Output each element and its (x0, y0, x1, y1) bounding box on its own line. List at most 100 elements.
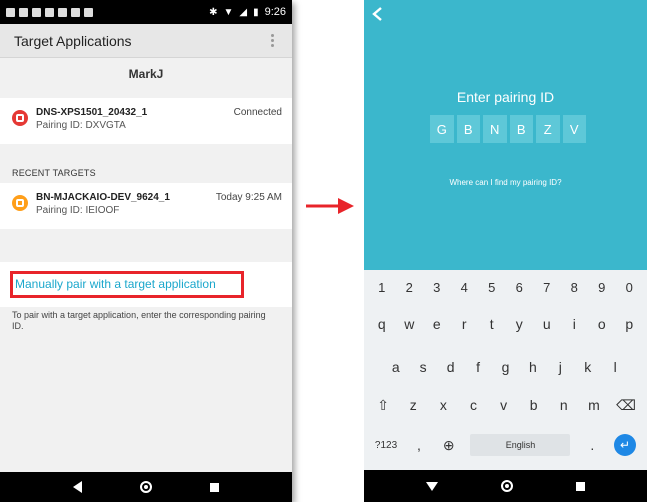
key-n[interactable]: n (556, 397, 572, 413)
wifi-icon: ▼ (223, 6, 234, 18)
key-g[interactable]: g (497, 359, 513, 375)
key-r[interactable]: r (456, 316, 472, 332)
notification-icon (58, 7, 67, 17)
key-a[interactable]: a (388, 359, 404, 375)
current-target-card[interactable]: DNS-XPS1501_20432_1 Pairing ID: DXVGTA C… (0, 98, 292, 144)
key-f[interactable]: f (470, 359, 486, 375)
app-bar: Target Applications (0, 24, 292, 58)
target-pairing-id: Pairing ID: DXVGTA (36, 120, 126, 131)
target-pairing-id: Pairing ID: IEIOOF (36, 205, 120, 216)
key-m[interactable]: m (586, 397, 602, 413)
notification-icon (84, 7, 93, 17)
comma-key[interactable]: , (411, 437, 427, 453)
battery-icon: ▮ (253, 6, 259, 18)
key-i[interactable]: i (566, 316, 582, 332)
key-e[interactable]: e (429, 316, 445, 332)
key-t[interactable]: t (484, 316, 500, 332)
key-z[interactable]: z (405, 397, 421, 413)
gmail-icon (6, 7, 15, 17)
pairing-code-char[interactable]: B (509, 115, 533, 143)
period-key[interactable]: . (584, 437, 600, 453)
recent-apps-icon[interactable] (210, 482, 219, 492)
enter-key-icon[interactable]: ↵ (614, 434, 637, 456)
symbols-key[interactable]: ?123 (375, 440, 397, 451)
key-7[interactable]: 7 (539, 280, 555, 295)
key-s[interactable]: s (415, 359, 431, 375)
space-key[interactable]: English (470, 434, 571, 456)
bottom-key-row: ?123 , ⊕ English . ↵ (364, 431, 647, 459)
status-time: 9:26 (264, 6, 286, 18)
pairing-help-link[interactable]: Where can I find my pairing ID? (364, 178, 647, 187)
left-phone-screen: ✱ ▼ ◢ ▮ 9:26 Target Applications MarkJ D… (0, 0, 292, 502)
key-1[interactable]: 1 (374, 280, 390, 295)
notification-icon (71, 7, 80, 17)
pairing-code-char[interactable]: Z (536, 115, 560, 143)
app-title: Target Applications (14, 32, 132, 49)
key-4[interactable]: 4 (456, 280, 472, 295)
pairing-code-input[interactable]: G B N B Z V (430, 115, 586, 143)
backspace-key-icon[interactable]: ⌫ (616, 397, 636, 414)
notification-icon (19, 7, 28, 17)
transition-arrow-icon (306, 198, 354, 214)
key-h[interactable]: h (525, 359, 541, 375)
key-c[interactable]: c (465, 397, 481, 413)
manual-pair-link[interactable]: Manually pair with a target application (10, 271, 244, 298)
hide-keyboard-icon[interactable] (425, 481, 438, 491)
key-v[interactable]: v (496, 397, 512, 413)
key-d[interactable]: d (443, 359, 459, 375)
globe-key-icon[interactable]: ⊕ (441, 437, 457, 454)
status-bar: ✱ ▼ ◢ ▮ 9:26 (0, 0, 292, 24)
letter-row-3: ⇧ z x c v b n m ⌫ (364, 391, 647, 419)
key-0[interactable]: 0 (621, 280, 637, 295)
key-o[interactable]: o (594, 316, 610, 332)
manual-pair-row: Manually pair with a target application (0, 262, 292, 307)
key-2[interactable]: 2 (401, 280, 417, 295)
nav-bar (0, 472, 292, 502)
key-k[interactable]: k (580, 359, 596, 375)
key-8[interactable]: 8 (566, 280, 582, 295)
recent-targets-label: RECENT TARGETS (12, 168, 96, 178)
signal-icon: ◢ (239, 6, 248, 18)
key-u[interactable]: u (539, 316, 555, 332)
notification-icon (45, 7, 54, 17)
key-p[interactable]: p (621, 316, 637, 332)
key-y[interactable]: y (511, 316, 527, 332)
pairing-code-char[interactable]: B (456, 115, 480, 143)
nav-bar (364, 470, 647, 502)
back-icon[interactable] (73, 481, 82, 493)
pairing-code-char[interactable]: V (562, 115, 586, 143)
target-name: DNS-XPS1501_20432_1 (36, 107, 148, 118)
notification-icon (32, 7, 41, 17)
system-icons: ✱ ▼ ◢ ▮ 9:26 (209, 6, 286, 18)
app-target-icon (12, 110, 28, 126)
home-icon[interactable] (140, 481, 152, 493)
target-last-seen: Today 9:25 AM (215, 192, 282, 203)
pairing-code-char[interactable]: G (430, 115, 454, 143)
key-w[interactable]: w (401, 316, 417, 332)
shift-key-icon[interactable]: ⇧ (375, 397, 391, 414)
pairing-code-char[interactable]: N (483, 115, 507, 143)
right-phone-screen: Enter pairing ID G B N B Z V Where can I… (364, 0, 647, 502)
target-name: BN-MJACKAIO-DEV_9624_1 (36, 192, 170, 203)
home-icon[interactable] (500, 480, 513, 492)
user-name: MarkJ (0, 59, 292, 89)
recent-apps-icon[interactable] (576, 481, 586, 491)
key-5[interactable]: 5 (484, 280, 500, 295)
back-chevron-icon[interactable] (370, 6, 386, 22)
key-q[interactable]: q (374, 316, 390, 332)
key-b[interactable]: b (526, 397, 542, 413)
bluetooth-icon: ✱ (209, 6, 218, 18)
notification-icons (6, 7, 93, 17)
recent-target-card[interactable]: BN-MJACKAIO-DEV_9624_1 Pairing ID: IEIOO… (0, 183, 292, 229)
app-target-icon (12, 195, 28, 211)
manual-pair-help: To pair with a target application, enter… (12, 310, 266, 331)
overflow-menu-icon[interactable] (267, 30, 278, 51)
pairing-title: Enter pairing ID (456, 89, 555, 105)
key-9[interactable]: 9 (594, 280, 610, 295)
key-l[interactable]: l (607, 359, 623, 375)
key-6[interactable]: 6 (511, 280, 527, 295)
key-3[interactable]: 3 (429, 280, 445, 295)
key-j[interactable]: j (552, 359, 568, 375)
key-x[interactable]: x (435, 397, 451, 413)
letter-row-2: a s d f g h j k l (364, 353, 647, 381)
